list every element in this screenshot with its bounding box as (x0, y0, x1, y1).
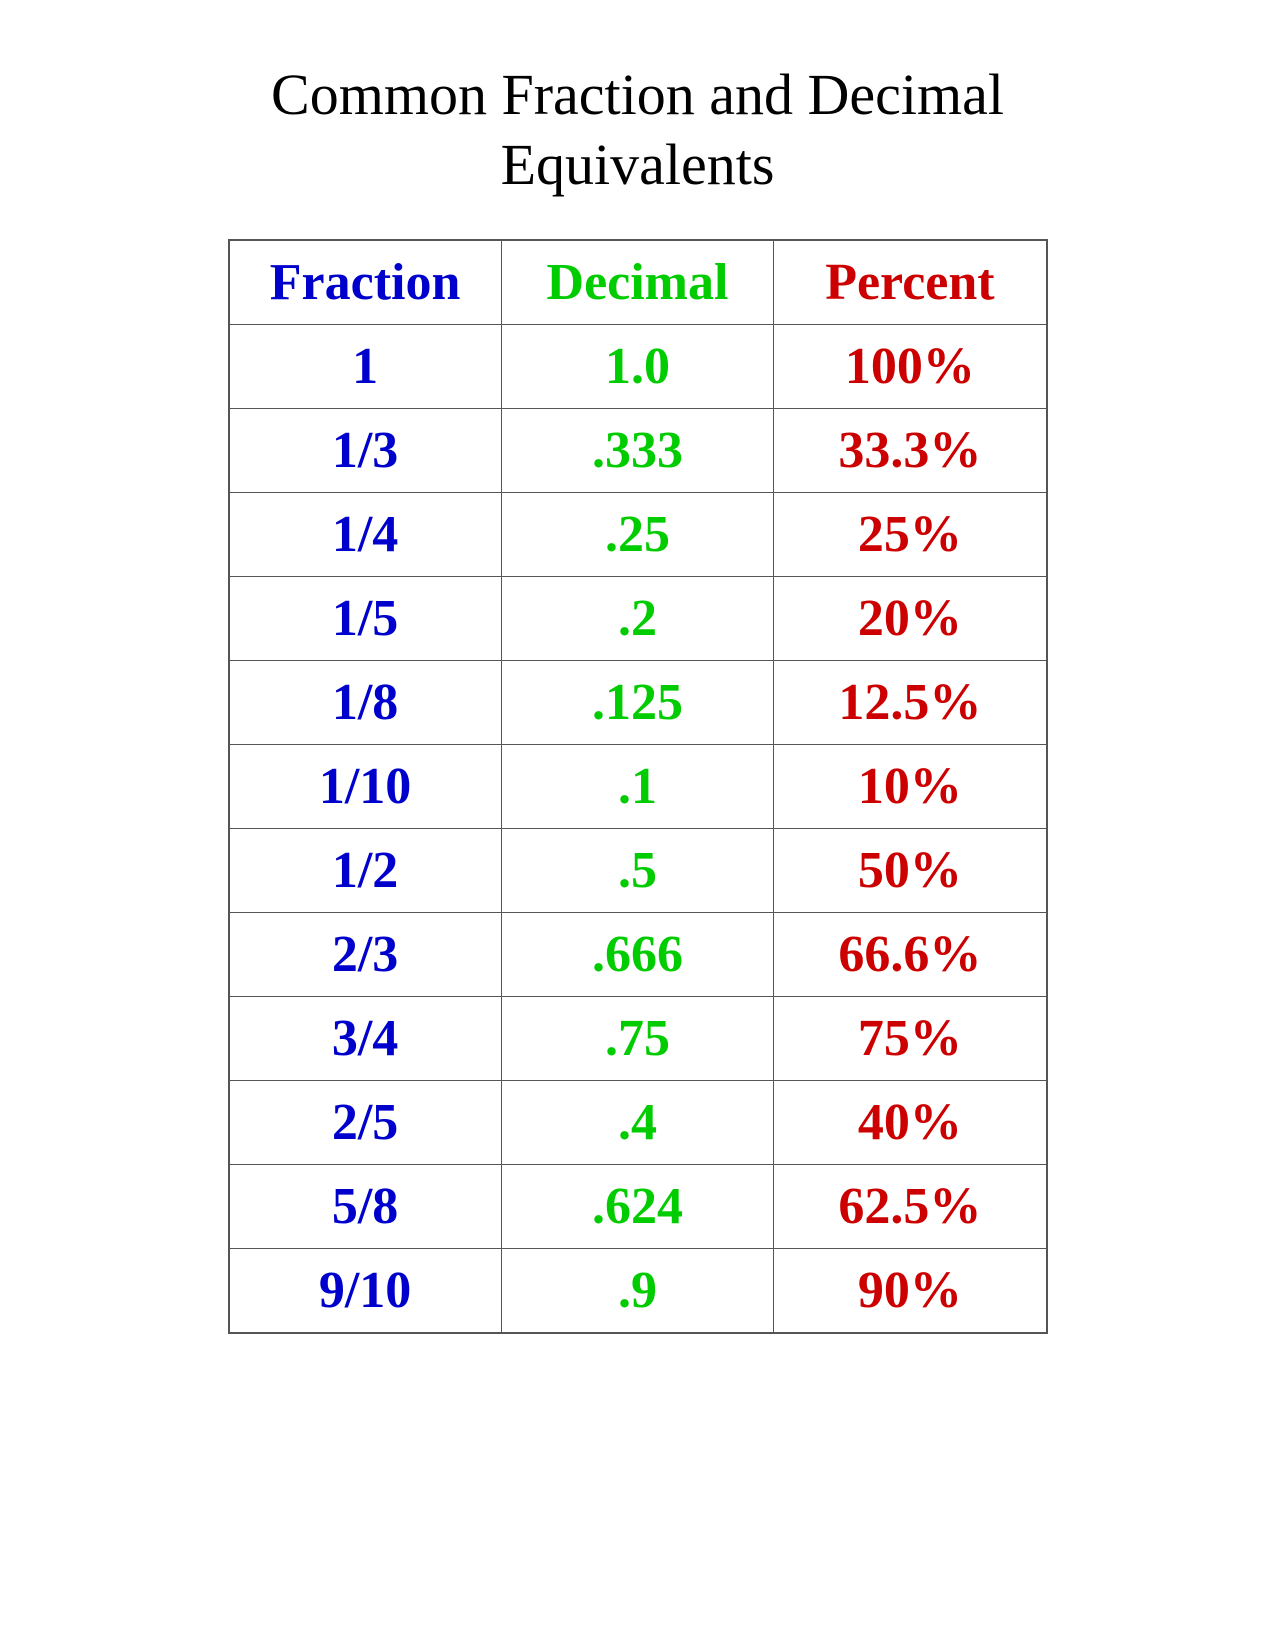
cell-fraction: 1/8 (229, 661, 502, 745)
table-row: 5/8.62462.5% (229, 1165, 1047, 1249)
table-row: 3/4.7575% (229, 997, 1047, 1081)
page-title: Common Fraction and Decimal Equivalents (188, 60, 1088, 199)
header-decimal: Decimal (501, 240, 774, 325)
cell-percent: 50% (774, 829, 1047, 913)
table-row: 1/4.2525% (229, 493, 1047, 577)
cell-fraction: 1/5 (229, 577, 502, 661)
table-row: 1/10.110% (229, 745, 1047, 829)
table-row: 1/8.12512.5% (229, 661, 1047, 745)
cell-fraction: 3/4 (229, 997, 502, 1081)
cell-decimal: .75 (501, 997, 774, 1081)
cell-decimal: .1 (501, 745, 774, 829)
table-header-row: Fraction Decimal Percent (229, 240, 1047, 325)
cell-percent: 100% (774, 325, 1047, 409)
cell-percent: 20% (774, 577, 1047, 661)
cell-fraction: 1/10 (229, 745, 502, 829)
cell-percent: 75% (774, 997, 1047, 1081)
cell-fraction: 5/8 (229, 1165, 502, 1249)
cell-decimal: .2 (501, 577, 774, 661)
cell-fraction: 1/2 (229, 829, 502, 913)
cell-decimal: .25 (501, 493, 774, 577)
cell-decimal: .5 (501, 829, 774, 913)
cell-percent: 25% (774, 493, 1047, 577)
cell-decimal: .9 (501, 1249, 774, 1334)
cell-decimal: .125 (501, 661, 774, 745)
cell-decimal: .333 (501, 409, 774, 493)
header-fraction: Fraction (229, 240, 502, 325)
cell-percent: 40% (774, 1081, 1047, 1165)
table-row: 1/2.550% (229, 829, 1047, 913)
cell-percent: 62.5% (774, 1165, 1047, 1249)
cell-fraction: 1 (229, 325, 502, 409)
header-percent: Percent (774, 240, 1047, 325)
table-row: 1/5.220% (229, 577, 1047, 661)
table-row: 9/10.990% (229, 1249, 1047, 1334)
table-row: 11.0100% (229, 325, 1047, 409)
cell-percent: 10% (774, 745, 1047, 829)
cell-fraction: 9/10 (229, 1249, 502, 1334)
cell-percent: 12.5% (774, 661, 1047, 745)
fraction-decimal-table: Fraction Decimal Percent 11.0100%1/3.333… (228, 239, 1048, 1334)
cell-decimal: 1.0 (501, 325, 774, 409)
table-row: 2/5.440% (229, 1081, 1047, 1165)
cell-fraction: 1/4 (229, 493, 502, 577)
cell-percent: 90% (774, 1249, 1047, 1334)
cell-decimal: .4 (501, 1081, 774, 1165)
table-row: 1/3.33333.3% (229, 409, 1047, 493)
cell-fraction: 1/3 (229, 409, 502, 493)
table-row: 2/3.66666.6% (229, 913, 1047, 997)
cell-fraction: 2/3 (229, 913, 502, 997)
cell-percent: 66.6% (774, 913, 1047, 997)
cell-decimal: .666 (501, 913, 774, 997)
cell-fraction: 2/5 (229, 1081, 502, 1165)
cell-percent: 33.3% (774, 409, 1047, 493)
cell-decimal: .624 (501, 1165, 774, 1249)
